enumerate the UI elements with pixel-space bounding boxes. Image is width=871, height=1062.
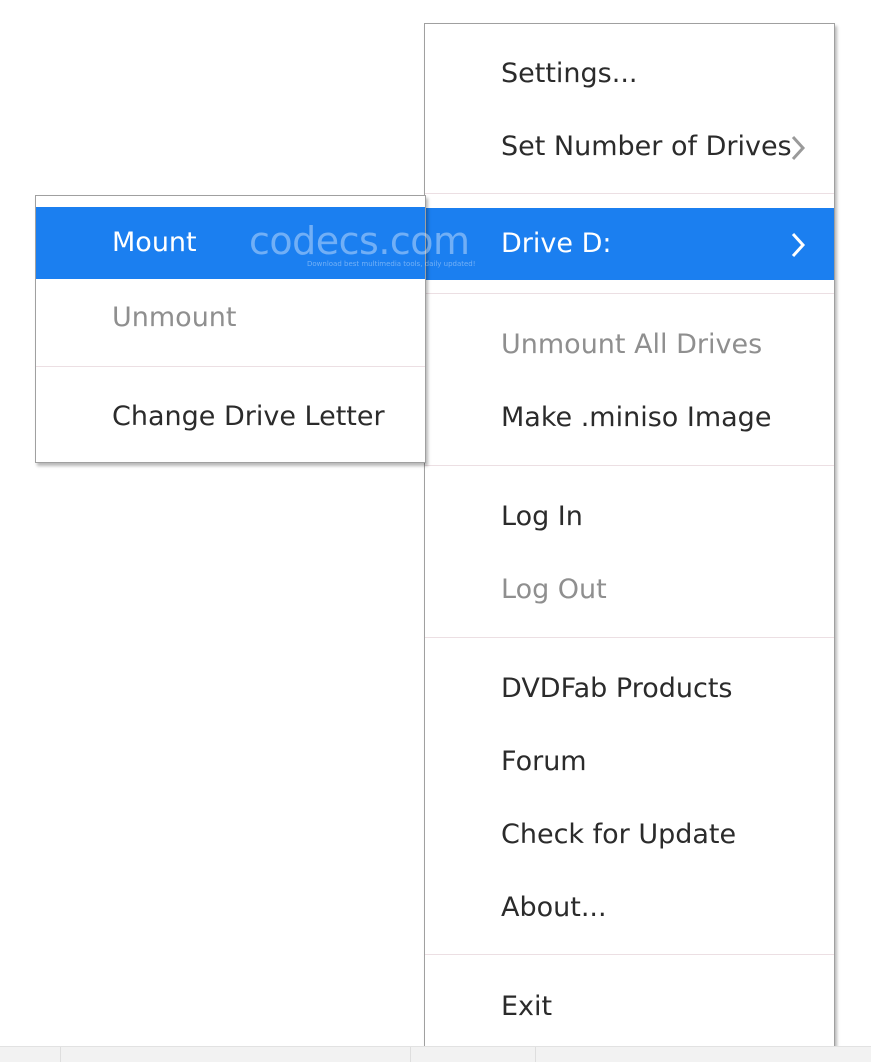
menu-item-drive-d[interactable]: Drive D: — [425, 208, 834, 280]
menu-item-label: Drive D: — [501, 228, 612, 259]
menu-item-label: Change Drive Letter — [112, 401, 385, 432]
menu-separator — [425, 193, 834, 194]
menu-item-log-out[interactable]: Log Out — [425, 554, 834, 626]
menu-item-dvdfab-products[interactable]: DVDFab Products — [425, 653, 834, 725]
drive-submenu: Mount Unmount Change Drive Letter — [35, 195, 426, 463]
tray-context-menu: Settings... Set Number of Drives Drive D… — [424, 23, 835, 1052]
menu-item-label: Unmount All Drives — [501, 329, 763, 360]
menu-item-label: Settings... — [501, 58, 638, 89]
menu-separator — [425, 465, 834, 466]
menu-item-label: Set Number of Drives — [501, 131, 792, 162]
submenu-item-mount[interactable]: Mount — [36, 207, 425, 279]
menu-item-set-number-of-drives[interactable]: Set Number of Drives — [425, 111, 834, 183]
menu-item-label: Mount — [112, 227, 197, 258]
menu-item-exit[interactable]: Exit — [425, 971, 834, 1043]
menu-separator — [425, 637, 834, 638]
menu-item-label: Forum — [501, 746, 587, 777]
menu-item-label: About... — [501, 892, 607, 923]
chevron-right-icon — [789, 111, 813, 183]
menu-item-unmount-all-drives[interactable]: Unmount All Drives — [425, 309, 834, 381]
menu-item-label: Make .miniso Image — [501, 402, 772, 433]
menu-separator — [36, 366, 425, 367]
menu-item-settings[interactable]: Settings... — [425, 38, 834, 110]
menu-item-label: Unmount — [112, 302, 237, 333]
menu-item-about[interactable]: About... — [425, 872, 834, 944]
strip-divider — [60, 1047, 61, 1062]
submenu-item-change-drive-letter[interactable]: Change Drive Letter — [36, 381, 425, 453]
menu-item-check-for-update[interactable]: Check for Update — [425, 799, 834, 871]
menu-item-label: Check for Update — [501, 819, 737, 850]
menu-separator — [425, 954, 834, 955]
menu-item-forum[interactable]: Forum — [425, 726, 834, 798]
strip-divider — [410, 1047, 411, 1062]
menu-item-label: Log Out — [501, 574, 607, 605]
strip-divider — [535, 1047, 536, 1062]
submenu-item-unmount[interactable]: Unmount — [36, 282, 425, 354]
menu-item-label: Exit — [501, 991, 553, 1022]
menu-item-make-miniso-image[interactable]: Make .miniso Image — [425, 382, 834, 454]
menu-item-label: DVDFab Products — [501, 673, 733, 704]
menu-item-label: Log In — [501, 501, 583, 532]
menu-separator — [425, 293, 834, 294]
chevron-right-icon — [789, 208, 813, 280]
taskbar-strip — [0, 1046, 871, 1062]
menu-item-log-in[interactable]: Log In — [425, 481, 834, 553]
